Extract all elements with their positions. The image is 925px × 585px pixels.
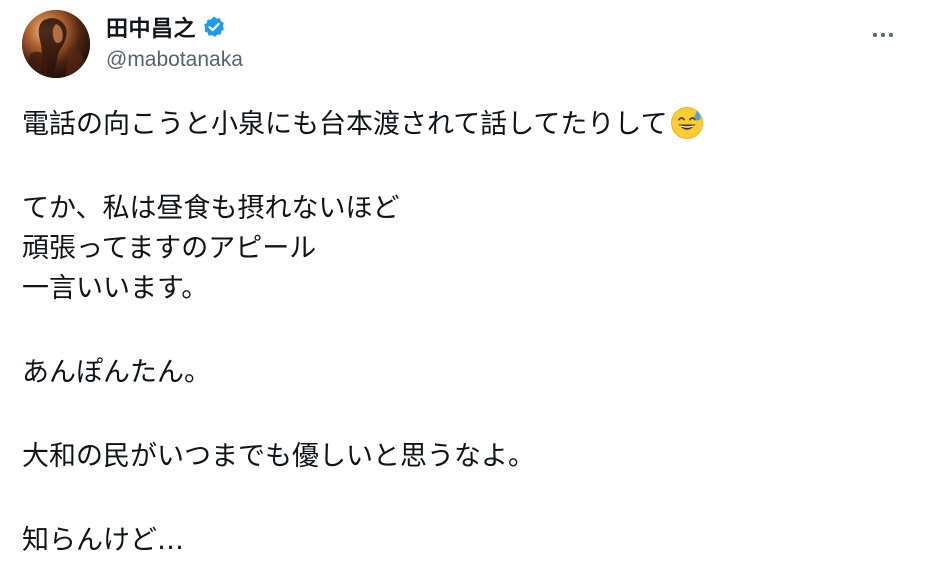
tweet-line: 一言いいます。	[22, 273, 209, 304]
display-name-row: 田中昌之	[106, 12, 243, 42]
more-options-icon-dot	[881, 33, 885, 37]
display-name[interactable]: 田中昌之	[106, 11, 196, 43]
tweet-text: 電話の向こうと小泉にも台本渡されて話してたりして てか、私は昼食も摂れないほど …	[22, 105, 902, 561]
tweet-header: 田中昌之 @mabotanaka	[22, 10, 905, 80]
more-options-icon	[873, 33, 877, 37]
tweet-line: 大和の民がいつまでも優しいと思うなよ。	[22, 441, 535, 472]
tweet-card: 田中昌之 @mabotanaka 電話の向こうと小泉にも台本渡されて話してたりし…	[0, 0, 925, 585]
more-options-button[interactable]	[865, 20, 901, 50]
tweet-line: てか、私は昼食も摂れないほど	[22, 193, 400, 224]
tweet-line: あんぽんたん。	[22, 357, 211, 388]
tweet-line: 頑張ってますのアピール	[22, 233, 317, 264]
tweet-line-text: 電話の向こうと小泉にも台本渡されて話してたりして	[22, 109, 668, 140]
verified-badge-icon[interactable]	[202, 15, 226, 39]
tweet-line: 知らんけど…	[22, 525, 184, 556]
grinning-face-with-sweat-icon	[670, 106, 704, 140]
author-handle[interactable]: @mabotanaka	[106, 48, 243, 72]
avatar[interactable]	[22, 10, 90, 78]
tweet-line: 電話の向こうと小泉にも台本渡されて話してたりして	[22, 105, 902, 145]
more-options-icon-dot	[889, 33, 893, 37]
author-names: 田中昌之 @mabotanaka	[106, 12, 243, 72]
